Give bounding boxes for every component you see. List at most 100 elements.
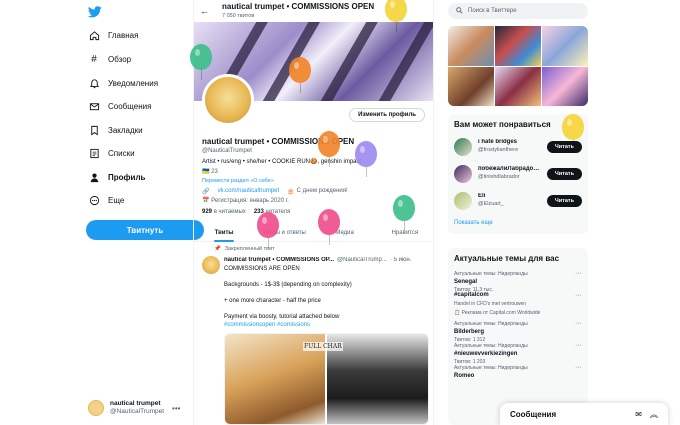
follow-button[interactable]: Читать bbox=[546, 140, 582, 153]
pinned-label: 📌 Закрепленный твит bbox=[214, 246, 275, 252]
nav-explore[interactable]: # Обзор bbox=[88, 51, 131, 67]
profile-media-grid[interactable] bbox=[448, 26, 588, 106]
birthday-icon: 🎂 bbox=[287, 189, 295, 195]
tweet-text-line: Payment via boosty, tutorial attached be… bbox=[224, 314, 340, 320]
link-icon: 🔗 bbox=[202, 189, 210, 195]
tweet-media[interactable]: FULL CHAR bbox=[224, 333, 429, 425]
trend-item[interactable]: Актуальные темы: Нидерланды Senegal Твит… bbox=[448, 267, 588, 293]
media-caption: FULL CHAR bbox=[303, 342, 343, 351]
nav-messages[interactable]: Сообщения bbox=[88, 98, 151, 114]
calendar-icon: 📅 bbox=[202, 198, 212, 204]
edit-profile-button[interactable]: Изменить профиль bbox=[349, 108, 425, 122]
profile-tabs: Твиты Твиты и ответы Медиа Нравится bbox=[194, 224, 433, 242]
page-title: nautical trumpet • COMMISSIONS OPEN bbox=[222, 2, 375, 12]
card-title: Актуальные темы для вас bbox=[454, 254, 560, 263]
tweet-count: 7 050 твитов bbox=[222, 12, 255, 19]
balloon-icon bbox=[257, 212, 279, 248]
more-dots-icon[interactable]: ··· bbox=[575, 270, 582, 279]
balloon-icon bbox=[355, 141, 377, 177]
messages-drawer-title: Сообщения bbox=[510, 409, 557, 419]
nav-label: Главная bbox=[108, 30, 139, 40]
list-icon bbox=[88, 147, 100, 159]
tweet-button[interactable]: Твитнуть bbox=[86, 220, 204, 240]
follow-counts: 929 в читаемых 233 читателя bbox=[202, 209, 290, 215]
nav-label: Уведомления bbox=[108, 78, 159, 88]
tweet-hashtags[interactable]: #commissionsopen #comissions bbox=[224, 322, 310, 328]
suggestion-row[interactable]: побежалиЛабрадо… @tinishdlabrador Читать bbox=[448, 160, 588, 187]
tweet-author[interactable]: nautical trumpet • COMMISSIONS OP... bbox=[224, 257, 334, 263]
nav-label: Сообщения bbox=[108, 101, 152, 111]
balloon-icon bbox=[562, 114, 584, 150]
tweet-header: nautical trumpet • COMMISSIONS OP... @Na… bbox=[224, 257, 429, 263]
tab-tweets[interactable]: Твиты bbox=[194, 224, 254, 242]
follow-button[interactable]: Читать bbox=[546, 194, 582, 207]
trend-item[interactable]: Актуальные темы: Нидерланды Romeo ··· bbox=[448, 361, 588, 383]
more-dots-icon[interactable]: ··· bbox=[575, 320, 582, 329]
trend-item[interactable]: Актуальные темы: Нидерланды #nieuwevverk… bbox=[448, 339, 588, 365]
left-sidebar: Главная # Обзор Уведомления Сообщения За… bbox=[80, 0, 204, 425]
profile-avatar[interactable] bbox=[202, 74, 254, 126]
tweet-text-line: Backgrounds - 1$-3$ (depending on comple… bbox=[224, 282, 352, 288]
search-input[interactable]: Поиск в Твиттере bbox=[448, 3, 588, 19]
account-switcher[interactable]: nautical trumpet @NauticalTrumpet ••• bbox=[88, 396, 208, 420]
profile-meta: 🔗 vk.com/nauticaltrumpet 🎂 С днем рожден… bbox=[202, 188, 348, 195]
nav-home[interactable]: Главная bbox=[88, 27, 138, 43]
nav-label: Обзор bbox=[108, 54, 132, 64]
nav-profile[interactable]: Профиль bbox=[88, 169, 145, 185]
account-name: nautical trumpet bbox=[110, 399, 161, 407]
tweet-time[interactable]: · 5 июн. bbox=[390, 257, 412, 263]
person-icon bbox=[88, 171, 100, 183]
nav-bookmarks[interactable]: Закладки bbox=[88, 122, 143, 138]
trend-item[interactable]: #capitalcom Handel in CFD's met vertrouw… bbox=[448, 289, 588, 307]
account-handle: @NauticalTrumpet bbox=[110, 407, 165, 415]
nav-label: Еще bbox=[108, 195, 125, 205]
show-more-link[interactable]: Показать еще bbox=[448, 214, 588, 234]
nav-label: Закладки bbox=[108, 125, 143, 135]
tweet-text-line: + one more character - half the price bbox=[224, 298, 321, 304]
tweet-handle[interactable]: @NauticalTrump... bbox=[337, 257, 387, 263]
twitter-logo-icon[interactable] bbox=[87, 6, 102, 18]
avatar bbox=[454, 191, 472, 210]
avatar bbox=[88, 400, 104, 416]
more-dots-icon[interactable]: ··· bbox=[575, 342, 582, 351]
follow-button[interactable]: Читать bbox=[546, 167, 582, 180]
balloon-icon bbox=[393, 195, 415, 231]
balloon-icon bbox=[318, 209, 340, 245]
translate-bio-link[interactable]: Перевести раздел «О себе» bbox=[202, 178, 274, 184]
search-icon bbox=[456, 6, 463, 16]
mail-icon bbox=[88, 100, 100, 112]
messages-drawer[interactable]: Сообщения ✉ ︽ bbox=[500, 403, 668, 425]
birthday-text: С днем рождения! bbox=[296, 188, 348, 194]
more-dots-icon[interactable]: ··· bbox=[575, 292, 582, 301]
more-icon bbox=[88, 194, 100, 206]
trend-item[interactable]: Актуальные темы: Нидерланды Bilderberg Т… bbox=[448, 317, 588, 343]
new-message-icon[interactable]: ✉ bbox=[635, 410, 642, 419]
profile-website-link[interactable]: vk.com/nauticaltrumpet bbox=[217, 188, 279, 195]
profile-bio: Artist • rus/eng • she/her • COOKIE RUN🍪… bbox=[202, 159, 362, 165]
nav-notifications[interactable]: Уведомления bbox=[88, 75, 158, 91]
balloon-icon bbox=[190, 44, 212, 80]
promoted-label: 📋 Реклама от Capital.com Worldwide bbox=[454, 310, 541, 316]
bookmark-icon bbox=[88, 124, 100, 136]
profile-flag-line: 🇺🇦 23 bbox=[202, 169, 218, 175]
more-dots-icon[interactable]: ••• bbox=[172, 404, 180, 413]
home-icon bbox=[88, 29, 100, 41]
chevron-up-icon[interactable]: ︽ bbox=[650, 409, 658, 420]
following-link[interactable]: 929 в читаемых bbox=[202, 209, 246, 215]
right-sidebar: Поиск в Твиттере Вам может понравиться i… bbox=[446, 0, 680, 425]
suggestion-row[interactable]: Eli @Elzuart_ Читать bbox=[448, 187, 588, 214]
tweet-avatar[interactable] bbox=[202, 256, 220, 274]
more-dots-icon[interactable]: ··· bbox=[575, 364, 582, 373]
avatar bbox=[454, 137, 472, 156]
back-arrow-icon[interactable]: ← bbox=[200, 6, 216, 16]
avatar bbox=[454, 164, 472, 183]
trends-card: Актуальные темы для вас Актуальные темы:… bbox=[448, 248, 588, 425]
nav-more[interactable]: Еще bbox=[88, 192, 124, 208]
promoted-icon: 📋 bbox=[454, 310, 462, 316]
nav-lists[interactable]: Списки bbox=[88, 145, 135, 161]
nav-label: Списки bbox=[108, 148, 135, 158]
hashtag-icon: # bbox=[91, 53, 97, 65]
pin-icon: 📌 bbox=[214, 246, 221, 252]
balloon-icon bbox=[289, 57, 311, 93]
join-date: 📅 Регистрация: январь 2020 г. bbox=[202, 198, 289, 204]
